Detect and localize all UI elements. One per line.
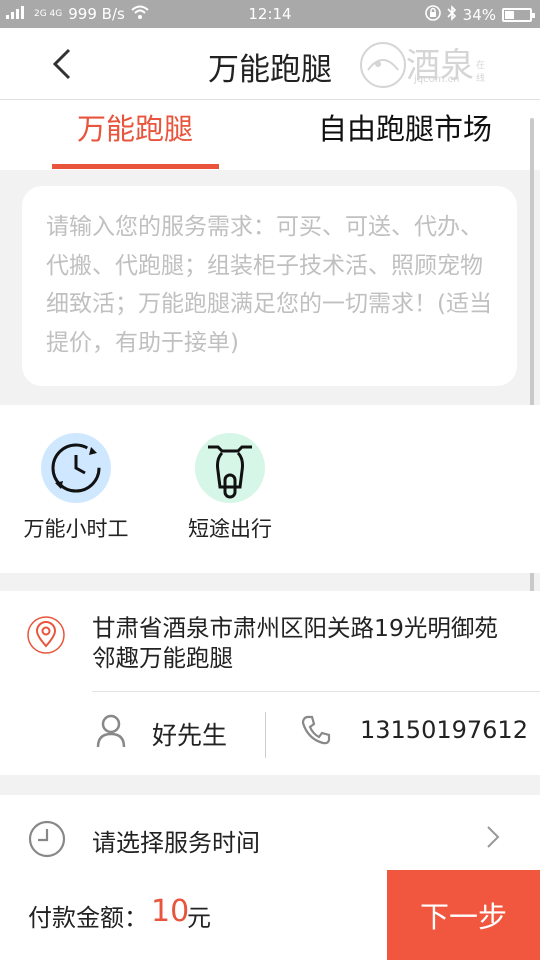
phone-icon bbox=[300, 714, 332, 750]
scooter-icon bbox=[195, 433, 265, 503]
address-card[interactable]: 甘肃省酒泉市肃州区阳关路19光明御苑邻趣万能跑腿 好先生 13150197612 bbox=[0, 591, 540, 775]
tab-indicator bbox=[52, 164, 219, 169]
person-icon bbox=[96, 714, 126, 752]
logo: 酒泉 jqcom.cn 在线 bbox=[356, 36, 486, 92]
payment-unit: 元 bbox=[187, 904, 211, 932]
battery-percent: 34% bbox=[462, 6, 496, 24]
tab-bar: 万能跑腿 自由跑腿市场 bbox=[0, 100, 540, 170]
request-textarea[interactable]: 请输入您的服务需求：可买、可送、代办、代搬、代跑腿；组装柜子技术活、照顾宠物细致… bbox=[22, 186, 517, 386]
service-label: 万能小时工 bbox=[23, 517, 129, 541]
location-pin-icon bbox=[26, 615, 66, 655]
address-text: 甘肃省酒泉市肃州区阳关路19光明御苑邻趣万能跑腿 bbox=[92, 614, 498, 672]
logo-tag: 在线 bbox=[476, 61, 486, 84]
request-placeholder: 请输入您的服务需求：可买、可送、代办、代搬、代跑腿；组装柜子技术活、照顾宠物细致… bbox=[46, 214, 492, 356]
contact-phone: 13150197612 bbox=[360, 716, 528, 744]
tab-universal-errand[interactable]: 万能跑腿 bbox=[50, 106, 220, 148]
lock-rotation-icon bbox=[424, 5, 441, 25]
bluetooth-icon bbox=[447, 5, 457, 25]
status-bar: 2G 4G 999 B/s 12:14 34% bbox=[0, 0, 540, 28]
service-time-label: 请选择服务时间 bbox=[92, 829, 260, 857]
clock-cycle-icon bbox=[41, 433, 111, 503]
battery-fill bbox=[505, 11, 514, 19]
clock-icon bbox=[28, 820, 66, 862]
service-label: 短途出行 bbox=[188, 517, 272, 541]
header: 万能跑腿 酒泉 jqcom.cn 在线 bbox=[0, 28, 540, 100]
service-hourly-worker[interactable]: 万能小时工 bbox=[6, 433, 146, 543]
contact-name: 好先生 bbox=[152, 721, 228, 750]
next-step-button[interactable]: 下一步 bbox=[387, 870, 540, 960]
divider bbox=[265, 712, 266, 758]
payment-label: 付款金额： bbox=[28, 904, 148, 932]
payment-amount: 10 bbox=[151, 894, 190, 929]
battery-icon bbox=[502, 8, 535, 22]
service-short-trip[interactable]: 短途出行 bbox=[160, 433, 300, 543]
payment-bar: 付款金额： 10 元 下一步 bbox=[0, 870, 540, 960]
logo-domain: jqcom.cn bbox=[414, 74, 460, 85]
contact-row[interactable]: 好先生 13150197612 bbox=[0, 692, 540, 775]
chevron-right-icon bbox=[486, 825, 500, 853]
service-options: 万能小时工 短途出行 bbox=[0, 405, 540, 573]
tab-free-errand-market[interactable]: 自由跑腿市场 bbox=[300, 106, 510, 148]
